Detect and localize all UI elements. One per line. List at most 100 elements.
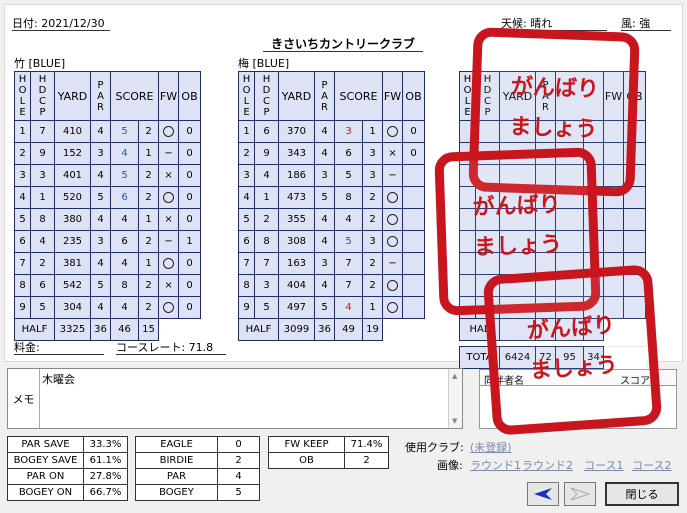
- yard-cell: 381: [54, 252, 91, 275]
- fairway-hit-icon: [387, 279, 399, 291]
- course-rate-field: コースレート: 71.8: [116, 339, 226, 355]
- hole-row: 9 5 497 5 4 1: [238, 296, 426, 319]
- putt-cell: 2: [137, 164, 160, 187]
- stat-label: EAGLE: [135, 436, 218, 453]
- yard-cell: 152: [54, 142, 91, 165]
- image-link-round1[interactable]: ラウンド1: [470, 457, 521, 473]
- hdcp-cell: 2: [254, 208, 279, 231]
- yard-cell: 163: [278, 252, 315, 275]
- next-button[interactable]: [564, 482, 596, 506]
- memo-box[interactable]: メモ 木曜会 ▲ ▼: [7, 368, 463, 429]
- image-link-round2[interactable]: ラウンド2: [522, 457, 573, 473]
- fw-cell: −: [382, 252, 404, 275]
- date-field: 日付: 2021/12/30: [12, 15, 110, 31]
- memo-scrollbar[interactable]: ▲ ▼: [448, 369, 462, 428]
- putt-cell: 2: [361, 274, 384, 297]
- fairway-hit-icon: [387, 235, 399, 247]
- fairway-hit-icon: [387, 125, 399, 137]
- hole-row: 2 9 343 4 6 3 × 0: [238, 142, 426, 165]
- yard-cell: 235: [54, 230, 91, 253]
- encouragement-stamp-3: がんばり ましょう: [482, 264, 663, 436]
- par-cell: 5: [90, 274, 111, 297]
- ob-cell: 1: [178, 230, 202, 253]
- half-blank: [382, 318, 425, 341]
- yard-cell: 308: [278, 230, 315, 253]
- stat-value: 4: [217, 468, 260, 485]
- hdcp-cell: 3: [254, 274, 279, 297]
- stat-value: 0: [217, 436, 260, 453]
- scroll-up-icon[interactable]: ▲: [452, 372, 457, 380]
- yard-cell: 186: [278, 164, 315, 187]
- score-cell: 5: [334, 230, 363, 253]
- fw-cell: [158, 120, 180, 143]
- fw-cell: [158, 296, 180, 319]
- hole-row: 4 1 473 5 8 2: [238, 186, 426, 209]
- hole-row: 1 6 370 4 3 1 0: [238, 120, 426, 143]
- score-cell: 4: [334, 296, 363, 319]
- col-ob-header: OB: [178, 71, 202, 121]
- par-cell: 4: [314, 274, 335, 297]
- stamp-line-1: がんばり: [472, 192, 562, 221]
- par-cell: 3: [314, 252, 335, 275]
- putt-cell: 1: [137, 208, 160, 231]
- scroll-down-icon[interactable]: ▼: [452, 417, 457, 425]
- fw-cell: [382, 230, 404, 253]
- par-cell: 4: [90, 120, 111, 143]
- score-cell: 7: [334, 252, 363, 275]
- ob-cell: [402, 230, 426, 253]
- putt-cell: 1: [361, 120, 384, 143]
- hole-cell: 9: [14, 296, 31, 319]
- image-label: 画像:: [437, 459, 463, 472]
- hole-cell: 1: [238, 120, 255, 143]
- score-cell: 7: [334, 274, 363, 297]
- par-cell: 4: [314, 142, 335, 165]
- hdcp-cell: 3: [30, 164, 55, 187]
- half-row: HALF 3099 36 49 19: [238, 318, 425, 341]
- stat-row: PAR 4: [135, 468, 260, 485]
- hole-row: 8 3 404 4 7 2: [238, 274, 426, 297]
- half-yard: 3325: [54, 318, 91, 341]
- putt-cell: 2: [137, 186, 160, 209]
- fw-cell: [382, 208, 404, 231]
- score-cell: 6: [334, 142, 363, 165]
- half-label: HALF: [238, 318, 279, 341]
- hole-row: 7 2 381 4 4 1 0: [14, 252, 202, 275]
- club-link[interactable]: (未登録): [470, 439, 512, 455]
- prev-button[interactable]: [527, 482, 559, 506]
- par-cell: 3: [90, 142, 111, 165]
- hole-cell: 6: [238, 230, 255, 253]
- hole-cell: 3: [14, 164, 31, 187]
- fw-cell: [382, 120, 404, 143]
- ob-cell: 0: [178, 274, 202, 297]
- hole-row: 6 4 235 3 6 2−1: [14, 230, 202, 253]
- col-score-header: SCORE: [109, 71, 160, 121]
- stat-label: PAR SAVE: [7, 436, 84, 453]
- score-cell: 4: [110, 208, 139, 231]
- ob-cell: [623, 230, 646, 253]
- stat-value: 5: [217, 484, 260, 501]
- image-link-course1[interactable]: コース1: [584, 457, 623, 473]
- memo-text[interactable]: 木曜会: [42, 371, 75, 387]
- close-button[interactable]: 閉じる: [605, 482, 679, 506]
- stat-row: PAR SAVE 33.3%: [7, 436, 128, 453]
- half-yard: 3099: [278, 318, 315, 341]
- hole-row: 5 2 355 4 4 2: [238, 208, 426, 231]
- hdcp-cell: 8: [254, 230, 279, 253]
- stat-value: 2: [217, 452, 260, 469]
- col-fw-header: FW: [158, 71, 180, 121]
- hdcp-cell: 6: [254, 120, 279, 143]
- putt-cell: 2: [361, 252, 384, 275]
- yard-cell: 410: [54, 120, 91, 143]
- stat-value: 61.1%: [83, 452, 128, 469]
- ob-cell: 0: [178, 296, 202, 319]
- fairway-hit-icon: [163, 257, 175, 269]
- half-row: HALF 3325 36 46 15: [14, 318, 201, 341]
- hdcp-cell: 8: [30, 208, 55, 231]
- hole-row: 1 7 410 4 5 2 0: [14, 120, 202, 143]
- stats-save-table: PAR SAVE 33.3% BOGEY SAVE 61.1% PAR ON 27.8% B…: [7, 436, 128, 501]
- hole-cell: 9: [238, 296, 255, 319]
- par-cell: 4: [314, 208, 335, 231]
- score-cell: 8: [334, 186, 363, 209]
- image-link-course2[interactable]: コース2: [632, 457, 671, 473]
- stat-value: 66.7%: [83, 484, 128, 501]
